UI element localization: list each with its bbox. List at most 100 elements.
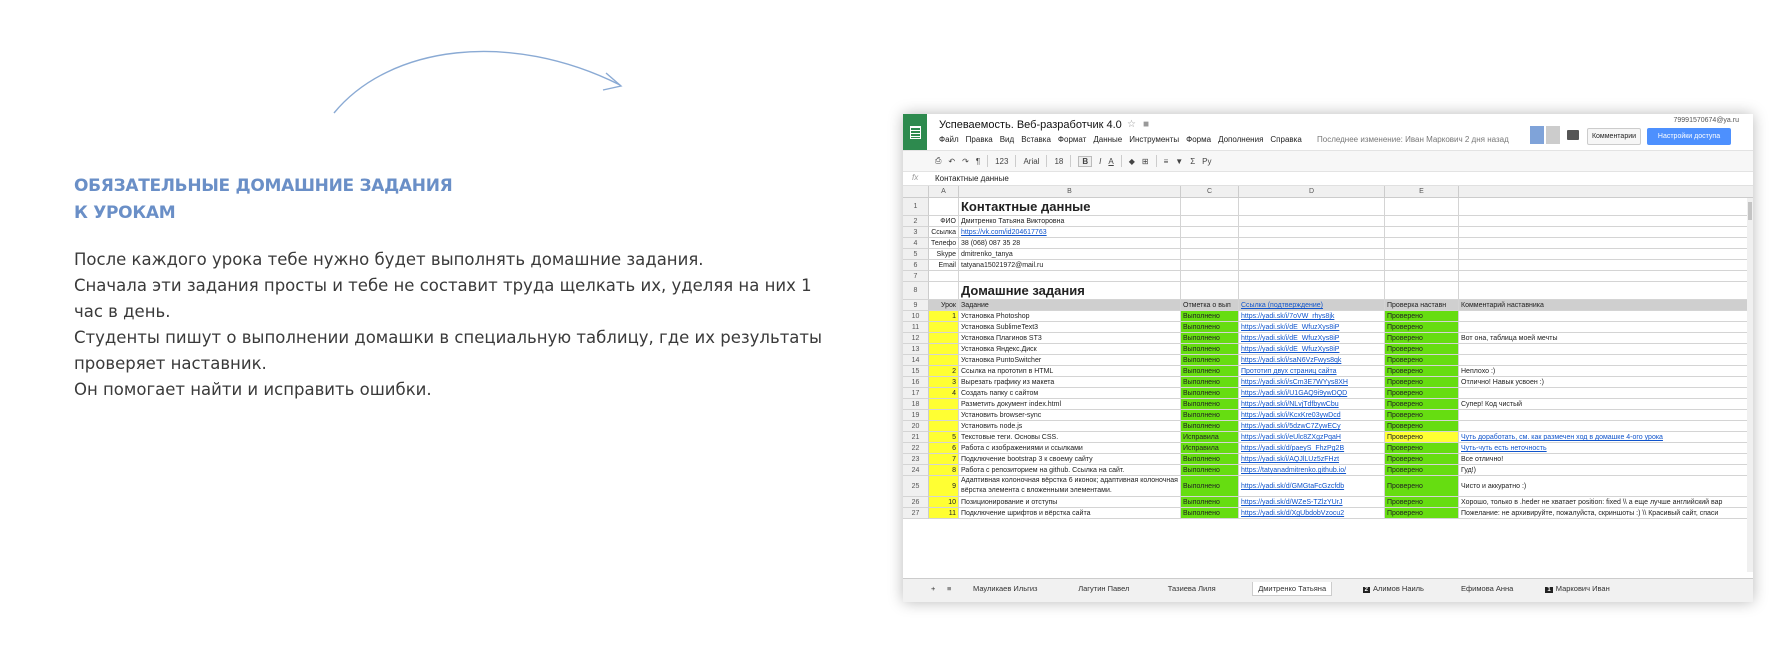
cell-c[interactable]: Выполнено bbox=[1181, 454, 1239, 465]
collaborator-avatars[interactable] bbox=[1530, 126, 1560, 144]
cell-a[interactable]: 1 bbox=[929, 311, 959, 322]
cell-a[interactable]: 9 bbox=[929, 476, 959, 497]
cell-a[interactable]: Skype bbox=[929, 249, 959, 260]
cell-f[interactable] bbox=[1459, 322, 1753, 333]
cell-f[interactable] bbox=[1459, 388, 1753, 399]
cell-a[interactable]: 5 bbox=[929, 432, 959, 443]
row-number[interactable]: 10 bbox=[903, 311, 929, 322]
cell-e[interactable]: Проверено bbox=[1385, 476, 1459, 497]
menu-tools[interactable]: Инструменты bbox=[1129, 135, 1179, 144]
column-header[interactable]: A bbox=[929, 186, 959, 198]
cell-f[interactable]: Чуть-чуть есть неточность bbox=[1459, 443, 1753, 454]
vertical-scrollbar[interactable] bbox=[1747, 198, 1753, 572]
cell-e[interactable] bbox=[1385, 282, 1459, 300]
menu-help[interactable]: Справка bbox=[1270, 135, 1301, 144]
cell-f[interactable] bbox=[1459, 260, 1753, 271]
cell-a[interactable]: Телефо bbox=[929, 238, 959, 249]
cell-b[interactable]: 38 (068) 087 35 28 bbox=[959, 238, 1181, 249]
cell-c[interactable]: Исправила bbox=[1181, 432, 1239, 443]
paint-format-icon[interactable]: ¶ bbox=[976, 157, 980, 166]
cell-b[interactable]: Установка Photoshop bbox=[959, 311, 1181, 322]
cell-a[interactable] bbox=[929, 421, 959, 432]
undo-icon[interactable]: ↶ bbox=[948, 157, 955, 166]
cell-a[interactable] bbox=[929, 333, 959, 344]
cell-b[interactable]: Ссылка на прототип в HTML bbox=[959, 366, 1181, 377]
cell-a[interactable]: Ссылка bbox=[929, 227, 959, 238]
cell-b[interactable]: dmitrenko_tanya bbox=[959, 249, 1181, 260]
cell-e[interactable]: Проверено bbox=[1385, 465, 1459, 476]
row-number[interactable]: 22 bbox=[903, 443, 929, 454]
row-number[interactable]: 25 bbox=[903, 476, 929, 497]
cell-c[interactable]: Выполнено bbox=[1181, 333, 1239, 344]
cell-c[interactable] bbox=[1181, 260, 1239, 271]
sheet-tab[interactable]: 2 Алимов Наиль bbox=[1362, 584, 1424, 593]
column-header[interactable]: D bbox=[1239, 186, 1385, 198]
cell-d[interactable]: https://tatyanadmitrenko.github.io/ bbox=[1239, 465, 1385, 476]
menu-file[interactable]: Файл bbox=[939, 135, 959, 144]
bold-button[interactable]: B bbox=[1078, 155, 1093, 167]
row-number[interactable]: 1 bbox=[903, 198, 929, 216]
cell-b[interactable]: Домашние задания bbox=[959, 282, 1181, 300]
cell-b[interactable]: Установка Плагинов ST3 bbox=[959, 333, 1181, 344]
cell-d[interactable]: https://yadi.sk/d/WZeS-TZlzYUrJ bbox=[1239, 497, 1385, 508]
cell-f[interactable]: Вот она, таблица моей мечты bbox=[1459, 333, 1753, 344]
row-number[interactable]: 6 bbox=[903, 260, 929, 271]
cell-d[interactable]: https://yadi.sk/i/7oVW_rhys8jk bbox=[1239, 311, 1385, 322]
cell-a[interactable] bbox=[929, 344, 959, 355]
cell-f[interactable] bbox=[1459, 238, 1753, 249]
avatar[interactable] bbox=[1530, 126, 1544, 144]
cell-f[interactable] bbox=[1459, 355, 1753, 366]
cell-e[interactable] bbox=[1385, 198, 1459, 216]
cell-c[interactable] bbox=[1181, 227, 1239, 238]
cell-e[interactable]: Проверено bbox=[1385, 410, 1459, 421]
cell-d[interactable]: https://yadi.sk/i/dE_WfuzXys8iP bbox=[1239, 322, 1385, 333]
cell-f[interactable]: Неплохо :) bbox=[1459, 366, 1753, 377]
account-email[interactable]: 79991570674@ya.ru bbox=[1674, 117, 1740, 124]
align-icon[interactable]: ≡ bbox=[1164, 157, 1169, 166]
cell-c[interactable] bbox=[1181, 249, 1239, 260]
print-icon[interactable]: ⎙ bbox=[935, 156, 941, 166]
cell-c[interactable]: Выполнено bbox=[1181, 476, 1239, 497]
column-header[interactable]: C bbox=[1181, 186, 1239, 198]
cell-e[interactable]: Проверено bbox=[1385, 508, 1459, 519]
row-number[interactable]: 4 bbox=[903, 238, 929, 249]
cell-f[interactable]: Пожелание: не архивируйте, пожалуйста, с… bbox=[1459, 508, 1753, 519]
row-number[interactable]: 15 bbox=[903, 366, 929, 377]
cell-b[interactable]: Подключение bootstrap 3 к своему сайту bbox=[959, 454, 1181, 465]
cell-f[interactable]: Чуть доработать, см. как размечен ход в … bbox=[1459, 432, 1753, 443]
sheet-tab[interactable]: 1 Маркович Иван bbox=[1545, 584, 1610, 593]
cell-f[interactable] bbox=[1459, 421, 1753, 432]
cell-d[interactable] bbox=[1239, 249, 1385, 260]
corner-cell[interactable] bbox=[903, 186, 929, 198]
cell-a[interactable]: 3 bbox=[929, 377, 959, 388]
cell-a[interactable]: ФИО bbox=[929, 216, 959, 227]
cell-f[interactable]: Гуд!) bbox=[1459, 465, 1753, 476]
cell-b[interactable]: Контактные данные bbox=[959, 198, 1181, 216]
cell-d[interactable] bbox=[1239, 260, 1385, 271]
cell-c[interactable]: Выполнено bbox=[1181, 399, 1239, 410]
cell-b[interactable]: Работа с репозиторием на github. Ссылка … bbox=[959, 465, 1181, 476]
cell-a[interactable]: 10 bbox=[929, 497, 959, 508]
cell-f[interactable] bbox=[1459, 249, 1753, 260]
row-number[interactable]: 11 bbox=[903, 322, 929, 333]
cell-e[interactable] bbox=[1385, 227, 1459, 238]
cell-b[interactable]: Установка PuntoSwitcher bbox=[959, 355, 1181, 366]
cell-e[interactable]: Проверено bbox=[1385, 322, 1459, 333]
cell-a[interactable]: 11 bbox=[929, 508, 959, 519]
sheet-tab[interactable]: Дмитренко Татьяна bbox=[1252, 582, 1333, 596]
cell-f[interactable]: Комментарий наставника bbox=[1459, 300, 1753, 311]
row-number[interactable]: 18 bbox=[903, 399, 929, 410]
cell-e[interactable]: Проверено bbox=[1385, 454, 1459, 465]
cell-a[interactable]: 8 bbox=[929, 465, 959, 476]
cell-c[interactable] bbox=[1181, 238, 1239, 249]
folder-icon[interactable]: ■ bbox=[1143, 119, 1149, 130]
cell-e[interactable]: Проверено bbox=[1385, 421, 1459, 432]
cell-e[interactable] bbox=[1385, 238, 1459, 249]
font-select[interactable]: Arial bbox=[1023, 157, 1039, 166]
cell-e[interactable]: Проверено bbox=[1385, 377, 1459, 388]
row-number[interactable]: 20 bbox=[903, 421, 929, 432]
cell-a[interactable] bbox=[929, 271, 959, 282]
document-title[interactable]: Успеваемость. Веб-разработчик 4.0 bbox=[939, 119, 1122, 131]
row-number[interactable]: 7 bbox=[903, 271, 929, 282]
cell-a[interactable] bbox=[929, 355, 959, 366]
